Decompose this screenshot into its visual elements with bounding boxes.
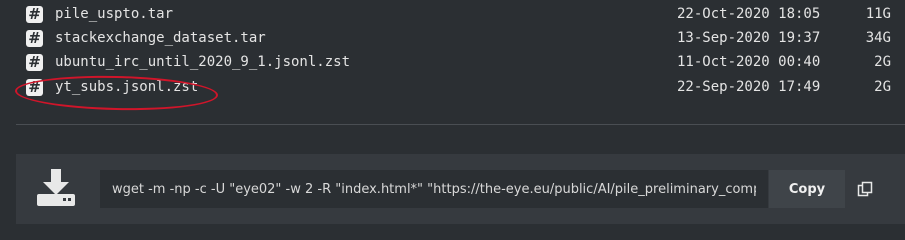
file-row[interactable]: # pile_uspto.tar 22-Oct-2020 18:05 11G [16,3,905,27]
copy-button[interactable]: Copy [769,170,845,208]
file-row[interactable]: # yt_subs.jsonl.zst 22-Sep-2020 17:49 2G [16,76,905,100]
download-bar: Copy [16,154,905,224]
file-row[interactable]: # stackexchange_dataset.tar 13-Sep-2020 … [16,27,905,51]
file-size: 2G [874,54,891,70]
file-size: 11G [865,6,891,22]
download-icon [34,166,78,210]
file-size: 2G [874,79,891,95]
file-listing: # pile_uspto.tar 22-Oct-2020 18:05 11G #… [16,0,905,124]
hash-icon: # [26,79,43,96]
command-box[interactable] [100,170,768,208]
file-date: 13-Sep-2020 19:37 [677,30,821,46]
hash-icon: # [26,54,43,71]
divider [16,124,905,125]
file-name[interactable]: stackexchange_dataset.tar [55,30,266,46]
file-row[interactable]: # ubuntu_irc_until_2020_9_1.jsonl.zst 11… [16,51,905,75]
clipboard-icon [857,181,873,197]
file-name[interactable]: yt_subs.jsonl.zst [55,79,198,95]
wget-command-input[interactable] [100,170,768,208]
hash-icon: # [26,6,43,23]
file-size: 34G [865,30,891,46]
file-name[interactable]: pile_uspto.tar [55,6,173,22]
hash-icon: # [26,30,43,47]
clipboard-button[interactable] [848,170,882,208]
file-date: 22-Oct-2020 18:05 [677,6,821,22]
file-name[interactable]: ubuntu_irc_until_2020_9_1.jsonl.zst [55,54,350,70]
file-date: 11-Oct-2020 00:40 [677,54,821,70]
file-date: 22-Sep-2020 17:49 [677,79,821,95]
